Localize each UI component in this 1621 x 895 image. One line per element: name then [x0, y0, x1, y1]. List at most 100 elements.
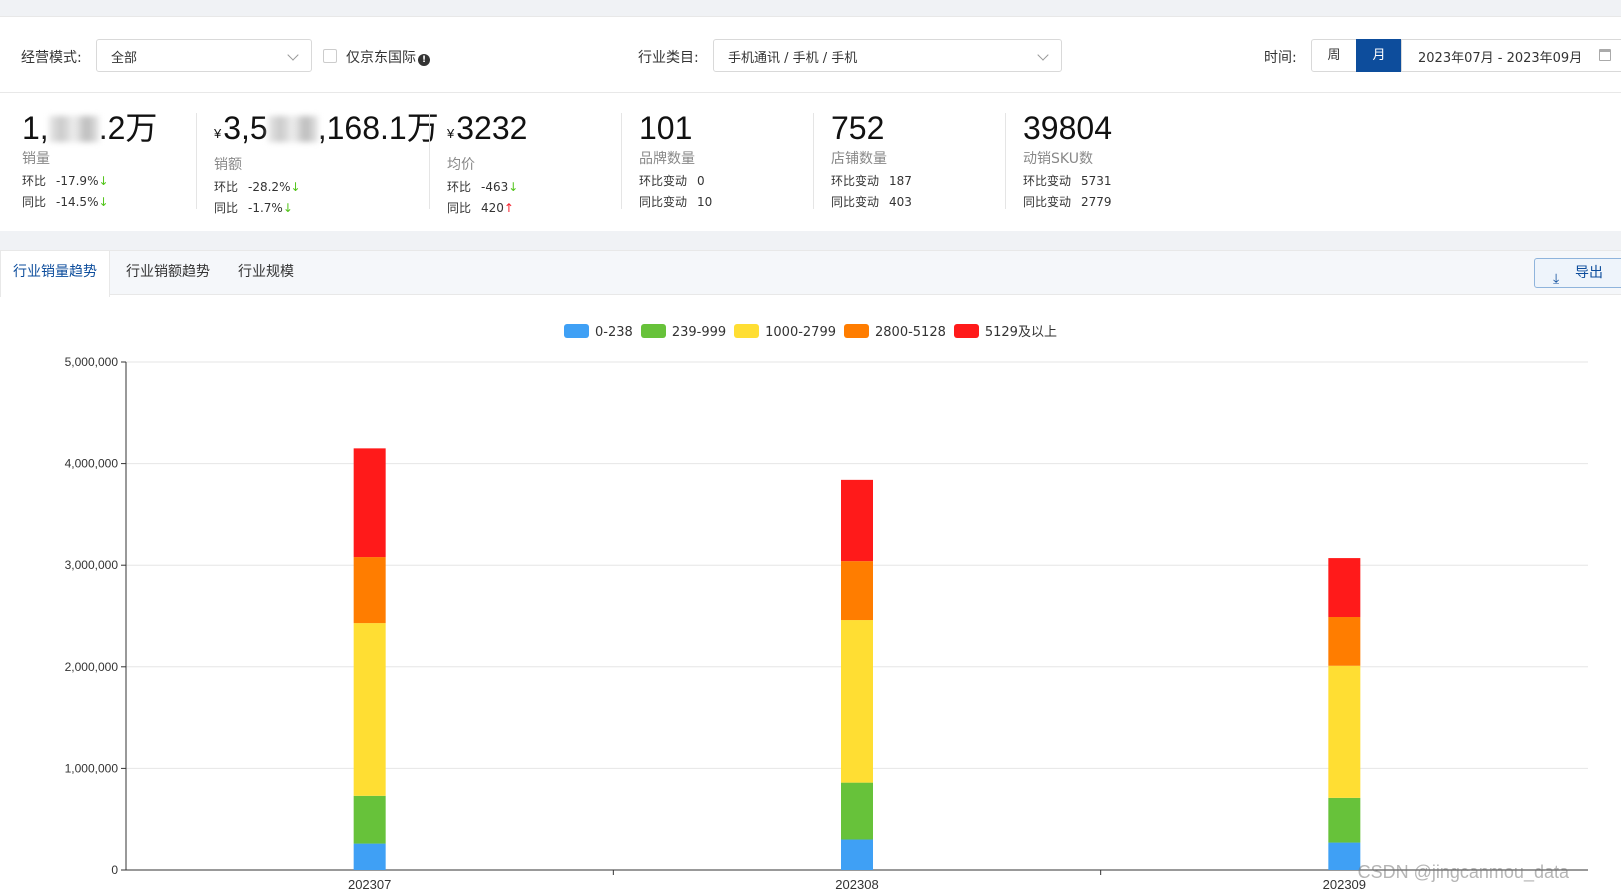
month-toggle[interactable]: 月 [1356, 39, 1402, 72]
bar-segment [353, 795, 386, 844]
divider [429, 113, 430, 209]
tab-sales-volume-trend[interactable]: 行业销量趋势 [0, 251, 110, 297]
kpi-mom: 环比 -17.9%↓ [22, 174, 109, 188]
industry-label: 行业类目: [638, 50, 699, 66]
divider [813, 113, 814, 209]
download-icon: ⤓ [1553, 271, 1560, 287]
y-tick-label: 0 [111, 863, 118, 877]
date-range-picker[interactable]: 2023年07月 - 2023年09月 [1401, 39, 1621, 72]
kpi-mom: 环比 -463↓ [447, 180, 519, 194]
divider [621, 113, 622, 209]
kpi-label: 品牌数量 [639, 151, 695, 167]
kpi-value: 752 [831, 110, 885, 146]
tab-bar: 行业销量趋势 行业销额趋势 行业规模 ⤓ 导出 [0, 250, 1621, 297]
legend-label: 2800-5128 [875, 325, 946, 340]
legend-item[interactable]: 0-238 [564, 324, 633, 340]
kpi-value: 101 [639, 110, 693, 146]
kpi-sku-count: 39804 动销SKU数 环比变动 5731 同比变动 2779 [1023, 111, 1112, 210]
jd-intl-label: 仅京东国际! [346, 47, 430, 67]
calendar-icon [1599, 49, 1611, 61]
kpi-mom: 环比 -28.2%↓ [214, 180, 301, 194]
arrow-down-icon: ↓ [98, 195, 109, 209]
bar-segment [1328, 797, 1361, 843]
legend-item[interactable]: 239-999 [640, 324, 727, 340]
kpi-mom: 环比变动 0 [639, 174, 705, 188]
bar-segment [353, 843, 386, 870]
kpi-value: 39804 [1023, 110, 1112, 146]
info-icon[interactable]: ! [418, 54, 430, 66]
kpi-sales-amount: ¥3,5,168.1万 销额 环比 -28.2%↓ 同比 -1.7%↓ [214, 111, 439, 216]
kpi-label: 销额 [214, 157, 242, 173]
divider [196, 113, 197, 209]
industry-select[interactable]: 手机通讯 / 手机 / 手机 [713, 39, 1062, 72]
bar-segment [353, 557, 386, 624]
redacted-mask [48, 116, 99, 142]
arrow-up-icon: ↑ [503, 201, 514, 215]
y-tick-label: 3,000,000 [65, 558, 119, 572]
bar-segment [353, 623, 386, 796]
kpi-yoy: 同比 -1.7%↓ [214, 201, 293, 215]
legend-item[interactable]: 1000-2799 [734, 324, 836, 340]
kpi-mom: 环比变动 5731 [1023, 174, 1112, 188]
mode-select[interactable]: 全部 [96, 39, 312, 72]
kpi-sales-volume: 1, .2万 销量 环比 -17.9%↓ 同比 -14.5%↓ [22, 111, 157, 210]
kpi-value: ¥3232 [447, 110, 528, 146]
bar-segment [353, 448, 386, 558]
y-tick-label: 1,000,000 [65, 761, 119, 775]
x-tick-label: 202307 [348, 877, 391, 892]
kpi-avg-price: ¥3232 均价 环比 -463↓ 同比 420↑ [447, 111, 527, 216]
legend-item[interactable]: 2800-5128 [844, 324, 946, 340]
bar-segment [1328, 617, 1361, 666]
bar-segment [1328, 842, 1361, 870]
kpi-label: 店铺数量 [831, 151, 887, 167]
mode-label: 经营模式: [21, 50, 82, 66]
chevron-down-icon [1037, 49, 1049, 61]
kpi-yoy: 同比 420↑ [447, 201, 514, 215]
stacked-bar-chart: 0 1,000,000 2,000,000 3,000,000 4,000,000 5,0… [65, 355, 1588, 892]
bar-segment [1328, 665, 1361, 798]
bar-segment [841, 620, 873, 783]
time-label: 时间: [1264, 50, 1297, 66]
arrow-down-icon: ↓ [98, 174, 109, 188]
kpi-store-count: 752 店铺数量 环比变动 187 同比变动 403 [831, 111, 912, 210]
arrow-down-icon: ↓ [508, 180, 519, 194]
legend-label: 239-999 [671, 325, 727, 340]
kpi-label: 均价 [447, 157, 475, 173]
jd-intl-checkbox[interactable] [323, 49, 337, 63]
bar-segment [841, 561, 873, 621]
filter-bar: 经营模式: 全部 仅京东国际! 行业类目: 手机通讯 / 手机 / 手机 时间:… [0, 16, 1621, 93]
kpi-mom: 环比变动 187 [831, 174, 912, 188]
kpi-value: 1, .2万 [22, 110, 158, 146]
kpi-label: 销量 [22, 151, 50, 167]
arrow-down-icon: ↓ [290, 180, 301, 194]
divider [1005, 113, 1006, 209]
tab-industry-scale[interactable]: 行业规模 [226, 251, 306, 296]
kpi-label: 动销SKU数 [1023, 151, 1093, 167]
industry-value: 手机通讯 / 手机 / 手机 [728, 51, 858, 66]
y-tick-label: 4,000,000 [65, 457, 119, 471]
bar-segment [841, 479, 873, 562]
kpi-yoy: 同比变动 403 [831, 195, 912, 209]
export-button[interactable]: ⤓ 导出 [1534, 258, 1621, 288]
kpi-yoy: 同比 -14.5%↓ [22, 195, 109, 209]
chevron-down-icon [287, 49, 299, 61]
bar-segment [841, 839, 873, 870]
kpi-yoy: 同比变动 10 [639, 195, 713, 209]
legend-swatch [844, 324, 869, 338]
date-range-value: 2023年07月 - 2023年09月 [1418, 51, 1583, 66]
y-tick-label: 2,000,000 [65, 660, 119, 674]
legend-label: 1000-2799 [765, 325, 836, 340]
x-tick-label: 202308 [835, 877, 878, 892]
y-tick-label: 5,000,000 [65, 355, 119, 369]
tab-sales-amount-trend[interactable]: 行业销额趋势 [114, 251, 222, 296]
kpi-panel: 1, .2万 销量 环比 -17.9%↓ 同比 -14.5%↓ ¥3,5,168.1万… [0, 93, 1621, 231]
export-label: 导出 [1575, 265, 1603, 281]
kpi-brand-count: 101 品牌数量 环比变动 0 同比变动 10 [639, 111, 712, 210]
week-toggle[interactable]: 周 [1311, 39, 1357, 72]
legend-item[interactable]: 5129及以上 [953, 321, 1057, 340]
watermark: CSDN @jingcanmou_data [1357, 862, 1569, 882]
legend-swatch [640, 324, 666, 338]
legend-label: 0-238 [595, 325, 633, 340]
legend-label: 5129及以上 [984, 325, 1057, 340]
legend-swatch [953, 324, 979, 338]
